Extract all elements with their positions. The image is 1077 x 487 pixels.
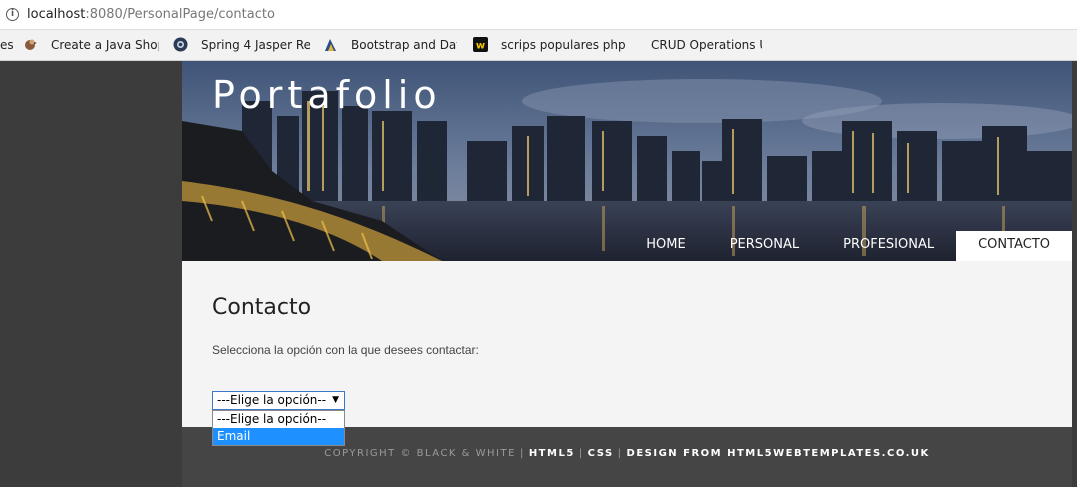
footer-copyright: COPYRIGHT © BLACK & WHITE — [324, 448, 516, 459]
bookmark-item[interactable]: scrips populares php — [501, 38, 641, 52]
bookmark-item[interactable]: Spring 4 Jasper Repo — [201, 38, 310, 52]
page-right-margin — [1072, 61, 1077, 487]
bookmark-item[interactable]: es — [0, 38, 14, 52]
site-title: Portafolio — [212, 73, 442, 117]
header-banner: Portafolio HOME PERSONAL PROFESIONAL CON… — [182, 61, 1072, 261]
url-host: localhost — [27, 7, 86, 22]
bird-icon — [25, 39, 37, 50]
bookmark-item[interactable]: Bootstrap and DataT — [351, 38, 457, 52]
address-bar[interactable]: i localhost:8080/PersonalPage/contacto — [0, 0, 1077, 30]
footer-design-link[interactable]: DESIGN FROM HTML5WEBTEMPLATES.CO.UK — [627, 448, 930, 459]
main-nav: HOME PERSONAL PROFESIONAL CONTACTO — [624, 231, 1072, 261]
select-dropdown-list: ---Elige la opción-- Email — [212, 410, 345, 446]
contact-option-select[interactable]: ---Elige la opción-- ▼ — [212, 391, 345, 410]
info-icon[interactable]: i — [6, 8, 19, 21]
select-value: ---Elige la opción-- — [217, 393, 327, 407]
nav-personal[interactable]: PERSONAL — [708, 231, 821, 261]
instruction-text: Selecciona la opción con la que desees c… — [212, 343, 479, 357]
bookmark-item[interactable]: CRUD Operations Us — [651, 38, 762, 52]
bookmarks-bar: es Create a Java Shoppi Spring 4 Jasper … — [0, 30, 1077, 61]
select-option[interactable]: ---Elige la opción-- — [213, 411, 344, 428]
circle-icon — [173, 37, 188, 52]
footer-html5-link[interactable]: HTML5 — [529, 448, 575, 459]
bootstrap-icon — [325, 39, 336, 51]
select-option-highlighted[interactable]: Email — [213, 428, 344, 445]
url-path: :8080/PersonalPage/contacto — [85, 7, 275, 22]
page-heading: Contacto — [212, 295, 312, 320]
nav-contacto[interactable]: CONTACTO — [956, 231, 1072, 261]
dropdown-arrow-icon: ▼ — [332, 395, 339, 405]
w3-icon: w — [473, 37, 488, 52]
bookmark-item[interactable]: Create a Java Shoppi — [51, 38, 159, 52]
nav-profesional[interactable]: PROFESIONAL — [821, 231, 956, 261]
page-left-margin — [0, 61, 182, 487]
nav-home[interactable]: HOME — [624, 231, 707, 261]
url-text[interactable]: localhost:8080/PersonalPage/contacto — [27, 7, 275, 22]
footer-css-link[interactable]: CSS — [588, 448, 614, 459]
footer-text: COPYRIGHT © BLACK & WHITE | HTML5 | CSS | DESI… — [324, 448, 930, 459]
svg-text:w: w — [476, 41, 485, 52]
